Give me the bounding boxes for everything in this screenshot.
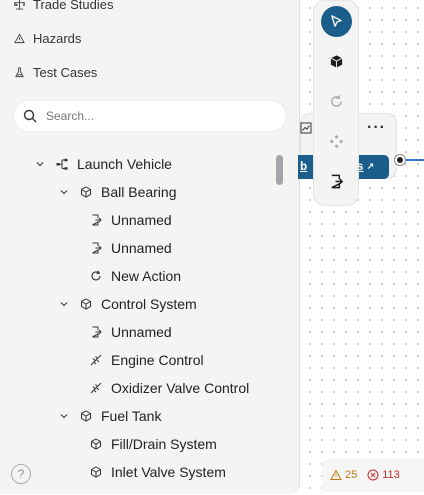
warning-icon	[330, 469, 342, 480]
nav-item-test-cases[interactable]: Test Cases	[14, 62, 97, 82]
scale-icon	[14, 0, 25, 10]
add-action-button[interactable]	[321, 86, 352, 117]
tree-item-engine-control[interactable]: Engine Control	[90, 348, 204, 372]
tree-item-new-action[interactable]: New Action	[90, 264, 181, 288]
port-icon	[92, 242, 102, 254]
nav-item-hazards[interactable]: Hazards	[14, 28, 81, 48]
refresh-icon	[331, 95, 342, 107]
diamond-dots-icon	[329, 134, 344, 149]
connector-line[interactable]	[406, 159, 424, 161]
port-icon	[92, 326, 102, 338]
node-chip-lead: b	[300, 160, 308, 174]
nav-item-trade-studies[interactable]: Trade Studies	[14, 0, 113, 14]
tree-item-label: Oxidizer Valve Control	[111, 380, 250, 396]
search-icon	[23, 109, 37, 123]
tree-item-fill-drain-system[interactable]: Fill/Drain System	[90, 432, 217, 456]
warning-count-value: 25	[345, 469, 358, 481]
cube-icon	[81, 298, 91, 310]
hierarchy-icon	[56, 158, 68, 170]
tree-item-label: Unnamed	[111, 324, 172, 340]
tree-scrollbar-thumb[interactable]	[276, 155, 283, 185]
add-function-button[interactable]	[321, 126, 352, 157]
cube-icon	[81, 410, 91, 422]
help-button[interactable]: ?	[11, 464, 31, 484]
tree-item-label: Engine Control	[111, 352, 204, 368]
node-port[interactable]	[394, 154, 406, 166]
tree-item-unnamed[interactable]: Unnamed	[90, 236, 172, 260]
chevron-down-icon[interactable]	[58, 298, 70, 310]
warning-icon	[14, 32, 25, 43]
tree-item-label: Unnamed	[111, 212, 172, 228]
function-icon	[90, 354, 102, 366]
tree-item-label: Ball Bearing	[101, 184, 177, 200]
warning-count[interactable]: 25	[330, 469, 357, 481]
tree-item-unnamed[interactable]: Unnamed	[90, 208, 172, 232]
explorer-panel: Trade Studies Hazards Test Cases Launch …	[0, 0, 300, 494]
external-link-icon: ↗	[366, 162, 375, 172]
tree-item-label: Inlet Valve System	[111, 464, 226, 480]
search-box[interactable]	[13, 100, 287, 132]
tree-item-label: New Action	[111, 268, 182, 284]
search-input[interactable]	[46, 109, 266, 123]
function-icon	[90, 382, 102, 394]
cube-icon	[81, 186, 91, 198]
chevron-down-icon[interactable]	[58, 410, 70, 422]
tree-item-inlet-valve-system[interactable]: Inlet Valve System	[90, 460, 226, 484]
tree-group-fuel-tank[interactable]: Fuel Tank	[58, 404, 161, 428]
port-icon	[331, 174, 344, 189]
tree-group-ball-bearing[interactable]: Ball Bearing	[58, 180, 177, 204]
tree-item-root[interactable]: Launch Vehicle	[34, 152, 172, 176]
validation-status[interactable]: 25 113	[322, 458, 424, 492]
chevron-down-icon[interactable]	[34, 158, 46, 170]
cube-icon	[330, 55, 343, 68]
nav-item-label: Trade Studies	[33, 0, 114, 12]
tree-item-label: Fill/Drain System	[111, 436, 217, 452]
more-options-icon[interactable]: ···	[367, 119, 386, 137]
cube-icon	[91, 466, 101, 478]
tree-item-unnamed[interactable]: Unnamed	[90, 320, 172, 344]
tree-item-label: Control System	[101, 296, 197, 312]
tree-item-label: Unnamed	[111, 240, 172, 256]
add-port-button[interactable]	[321, 166, 352, 197]
select-tool-button[interactable]	[321, 6, 352, 37]
error-count-value: 113	[382, 469, 400, 481]
nav-item-label: Test Cases	[33, 64, 98, 80]
tree-item-label: Launch Vehicle	[77, 156, 172, 172]
add-block-button[interactable]	[321, 46, 352, 77]
action-icon	[91, 270, 101, 281]
cursor-icon	[331, 15, 342, 27]
tree-item-oxidizer-valve-control[interactable]: Oxidizer Valve Control	[90, 376, 249, 400]
nav-item-label: Hazards	[33, 30, 82, 46]
error-icon	[367, 469, 379, 481]
cube-icon	[91, 438, 101, 450]
tree-item-label: Fuel Tank	[101, 408, 162, 424]
flask-icon	[15, 66, 24, 77]
port-icon	[92, 214, 102, 226]
chart-icon[interactable]	[300, 122, 312, 134]
tree-group-control-system[interactable]: Control System	[58, 292, 197, 316]
chevron-down-icon[interactable]	[58, 186, 70, 198]
error-count[interactable]: 113	[367, 469, 400, 481]
canvas-toolbar	[313, 0, 359, 206]
